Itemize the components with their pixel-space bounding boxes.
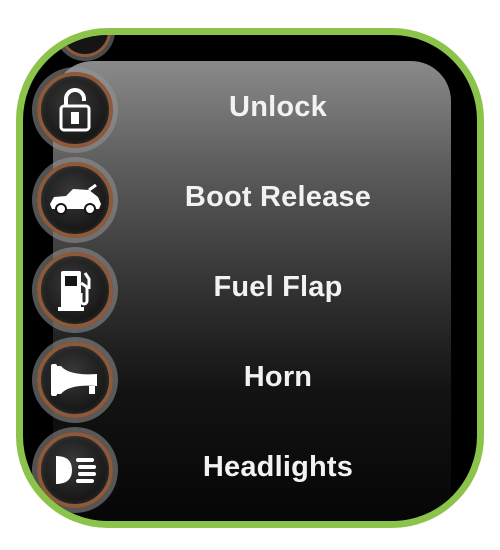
car-boot-icon xyxy=(50,184,101,215)
unlock-button[interactable] xyxy=(37,72,113,148)
list-item-horn[interactable]: Horn xyxy=(23,335,477,425)
headlights-icon xyxy=(56,456,96,484)
fuel-pump-icon xyxy=(58,271,91,311)
headlights-button[interactable] xyxy=(37,432,113,508)
horn-label: Horn xyxy=(243,361,313,393)
fuel-flap-label: Fuel Flap xyxy=(213,271,343,303)
boot-release-button[interactable] xyxy=(37,162,113,238)
list-item-unlock[interactable]: Unlock xyxy=(23,65,477,155)
unlock-icon xyxy=(59,88,91,132)
previous-item-icon xyxy=(59,35,111,57)
list-item-headlights[interactable]: Headlights xyxy=(23,425,477,515)
list-item-boot-release[interactable]: Boot Release xyxy=(23,155,477,245)
unlock-label: Unlock xyxy=(229,91,327,123)
command-list[interactable]: Unlock Boot Release Fuel Flap Horn Headl… xyxy=(23,35,477,521)
list-item-fuel-flap[interactable]: Fuel Flap xyxy=(23,245,477,335)
headlights-label: Headlights xyxy=(202,451,354,483)
boot-release-label: Boot Release xyxy=(184,181,372,213)
watch-frame: Unlock Boot Release Fuel Flap Horn Headl… xyxy=(16,28,484,528)
horn-button[interactable] xyxy=(37,342,113,418)
fuel-flap-button[interactable] xyxy=(37,252,113,328)
horn-icon xyxy=(51,364,97,396)
